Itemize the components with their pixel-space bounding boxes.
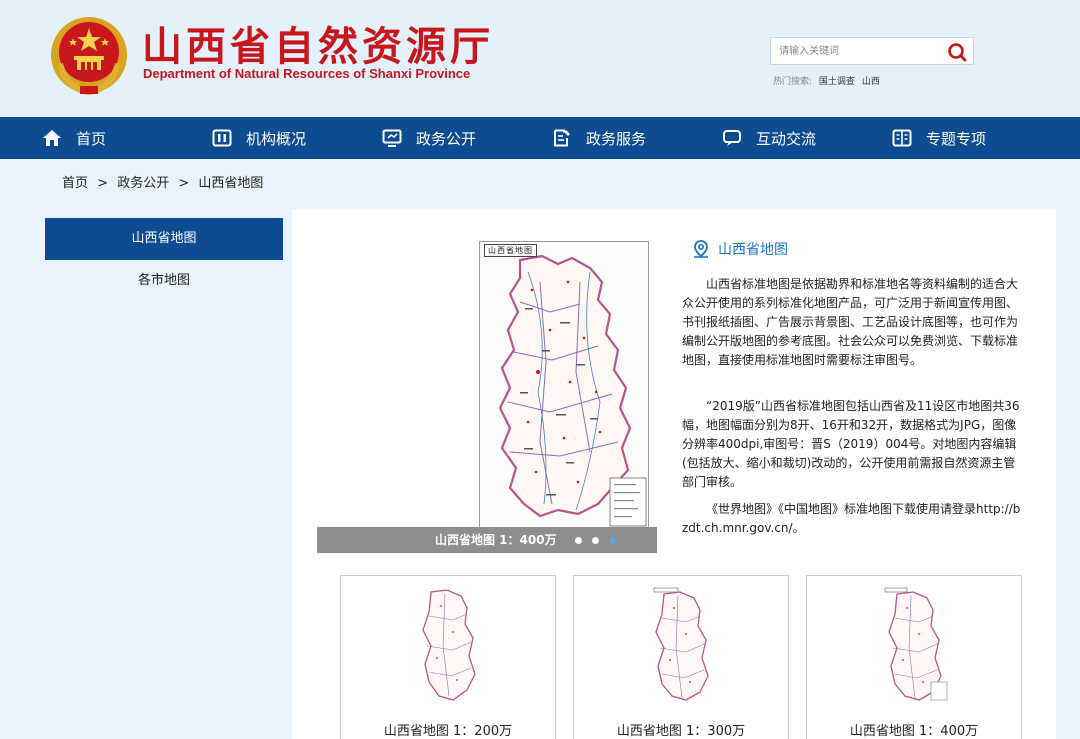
sidebar-item-city-maps[interactable]: 各市地图 [45, 260, 283, 302]
search-input[interactable] [779, 42, 939, 60]
nav-item-label: 政务公开 [416, 129, 477, 148]
slide-dot-active[interactable] [609, 537, 616, 544]
search-box [770, 37, 974, 65]
chat-icon [723, 130, 741, 146]
hot-search-label: 热门搜索: [773, 77, 813, 87]
breadcrumb: 首页 > 政务公开 > 山西省地图 [62, 172, 263, 191]
nav-item-topics[interactable]: 专题专项 [892, 117, 986, 159]
nav-item-label: 政务服务 [586, 129, 647, 148]
info-title: 山西省地图 [692, 239, 788, 259]
location-pin-icon [694, 240, 708, 258]
info-title-text: 山西省地图 [718, 242, 788, 258]
map-thumbnail-image [422, 589, 476, 701]
document-edit-icon [554, 129, 570, 147]
site-header: 山西省自然资源厅 Department of Natural Resources… [0, 0, 1080, 117]
slide-image[interactable]: 山西省地图 [479, 241, 649, 528]
breadcrumb-home[interactable]: 首页 [62, 176, 88, 191]
hot-search-link[interactable]: 国土调查 [819, 77, 855, 87]
hot-search: 热门搜索: 国土调查 山西 [773, 74, 880, 87]
nav-item-label: 机构概况 [246, 129, 307, 148]
slide-dot[interactable] [592, 537, 599, 544]
book-icon [892, 129, 912, 147]
map-thumbnail-label: 山西省地图 1：400万 [849, 724, 979, 739]
slide-dot[interactable] [575, 537, 582, 544]
slide-caption-text: 山西省地图 1：400万 [435, 533, 557, 547]
breadcrumb-current[interactable]: 山西省地图 [198, 176, 263, 191]
version-paragraph: “2019版”山西省标准地图包括山西省及11设区市地图共36幅，地图幅面分别为8… [682, 399, 1020, 489]
nav-item-services[interactable]: 政务服务 [552, 117, 646, 159]
nav-item-label: 专题专项 [926, 129, 987, 148]
province-map-image [480, 242, 648, 527]
sidebar: 山西省地图 各市地图 [45, 218, 283, 302]
map-thumbnail-image [653, 587, 709, 701]
hot-search-link[interactable]: 山西 [862, 77, 880, 87]
site-title[interactable]: 山西省自然资源厅 [142, 14, 494, 72]
intro-paragraph: 山西省标准地图是依据勘界和标准地名等资料编制的适合大众公开使用的系列标准化地图产… [682, 277, 1019, 367]
home-icon [43, 130, 61, 146]
site-subtitle: Department of Natural Resources of Shanx… [143, 66, 471, 81]
nav-item-label: 首页 [76, 129, 107, 148]
nav-item-home[interactable]: 首页 [42, 117, 106, 159]
nav-item-interaction[interactable]: 互动交流 [722, 117, 816, 159]
sidebar-item-shanxi-map[interactable]: 山西省地图 [45, 218, 283, 260]
map-thumbnail[interactable]: 山西省地图 1：200万 [340, 575, 556, 739]
nav-item-organization[interactable]: 机构概况 [212, 117, 306, 159]
map-thumbnail-image [884, 587, 948, 701]
main-nav: 首页 机构概况 政务公开 政务服务 互动交流 专题专项 [0, 117, 1080, 159]
map-thumbnail[interactable]: 山西省地图 1：400万 [806, 575, 1022, 739]
organization-icon [212, 129, 232, 147]
national-emblem-icon [51, 17, 127, 96]
map-thumbnail[interactable]: 山西省地图 1：300万 [573, 575, 789, 739]
monitor-icon [382, 129, 402, 147]
nav-item-public-affairs[interactable]: 政务公开 [382, 117, 476, 159]
search-icon[interactable] [946, 41, 968, 63]
download-paragraph: 《世界地图》《中国地图》标准地图下载使用请登录http://bzdt.ch.mn… [682, 502, 1021, 535]
map-thumbnail-label: 山西省地图 1：300万 [616, 724, 746, 739]
main-content: 山西省地图 山西省地图 1：400万 山西省地图 山西省标准地图是依据勘界和标准… [292, 209, 1056, 739]
map-thumbnail-label: 山西省地图 1：200万 [383, 724, 513, 739]
breadcrumb-separator: > [97, 176, 109, 191]
nav-item-label: 互动交流 [756, 129, 817, 148]
slide-caption: 山西省地图 1：400万 [317, 527, 657, 553]
breadcrumb-public-affairs[interactable]: 政务公开 [117, 176, 169, 191]
map-label: 山西省地图 [484, 244, 537, 257]
breadcrumb-separator: > [178, 176, 190, 191]
